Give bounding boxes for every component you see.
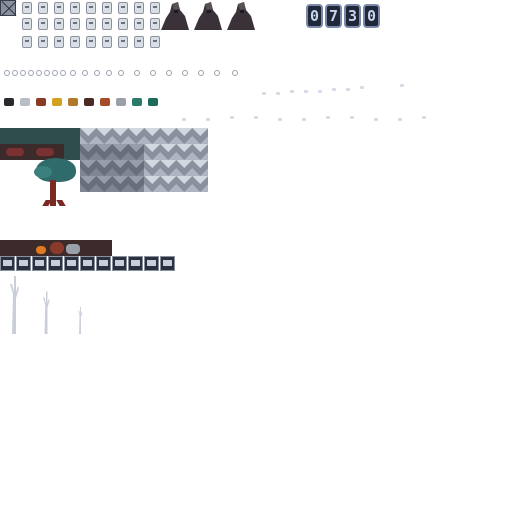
ui-slot-icon	[16, 256, 31, 271]
faint-mark	[332, 88, 336, 91]
faint-mark	[230, 116, 234, 119]
faint-mark	[360, 86, 364, 89]
faint-mark	[350, 116, 354, 119]
ui-slot-icon	[0, 256, 15, 271]
dead-tree-sprite	[78, 306, 83, 334]
ui-slot-icon	[64, 256, 79, 271]
faint-mark	[400, 84, 404, 87]
faint-mark	[304, 90, 308, 93]
faint-mark	[278, 118, 282, 121]
faint-mark	[398, 118, 402, 121]
ui-slot-icon	[144, 256, 159, 271]
ui-slot-icon	[32, 256, 47, 271]
sprite-sheet: 0 7 3 0	[0, 0, 512, 512]
ui-slot-row	[0, 0, 180, 275]
faint-mark	[346, 88, 350, 91]
dead-tree-sprite	[10, 276, 19, 334]
faint-mark	[206, 118, 210, 121]
ui-slot-icon	[80, 256, 95, 271]
ui-slot-icon	[96, 256, 111, 271]
faint-mark	[326, 116, 330, 119]
dead-tree-sprite	[43, 291, 50, 334]
faint-mark	[318, 90, 322, 93]
faint-mark	[254, 116, 258, 119]
ui-slot-icon	[112, 256, 127, 271]
ui-slot-icon	[128, 256, 143, 271]
faint-mark	[262, 92, 266, 95]
faint-mark	[276, 92, 280, 95]
faint-mark	[290, 90, 294, 93]
faint-mark	[374, 118, 378, 121]
ui-slot-icon	[160, 256, 175, 271]
faint-mark	[182, 118, 186, 121]
faint-mark	[302, 118, 306, 121]
faint-mark	[422, 116, 426, 119]
ui-slot-icon	[48, 256, 63, 271]
